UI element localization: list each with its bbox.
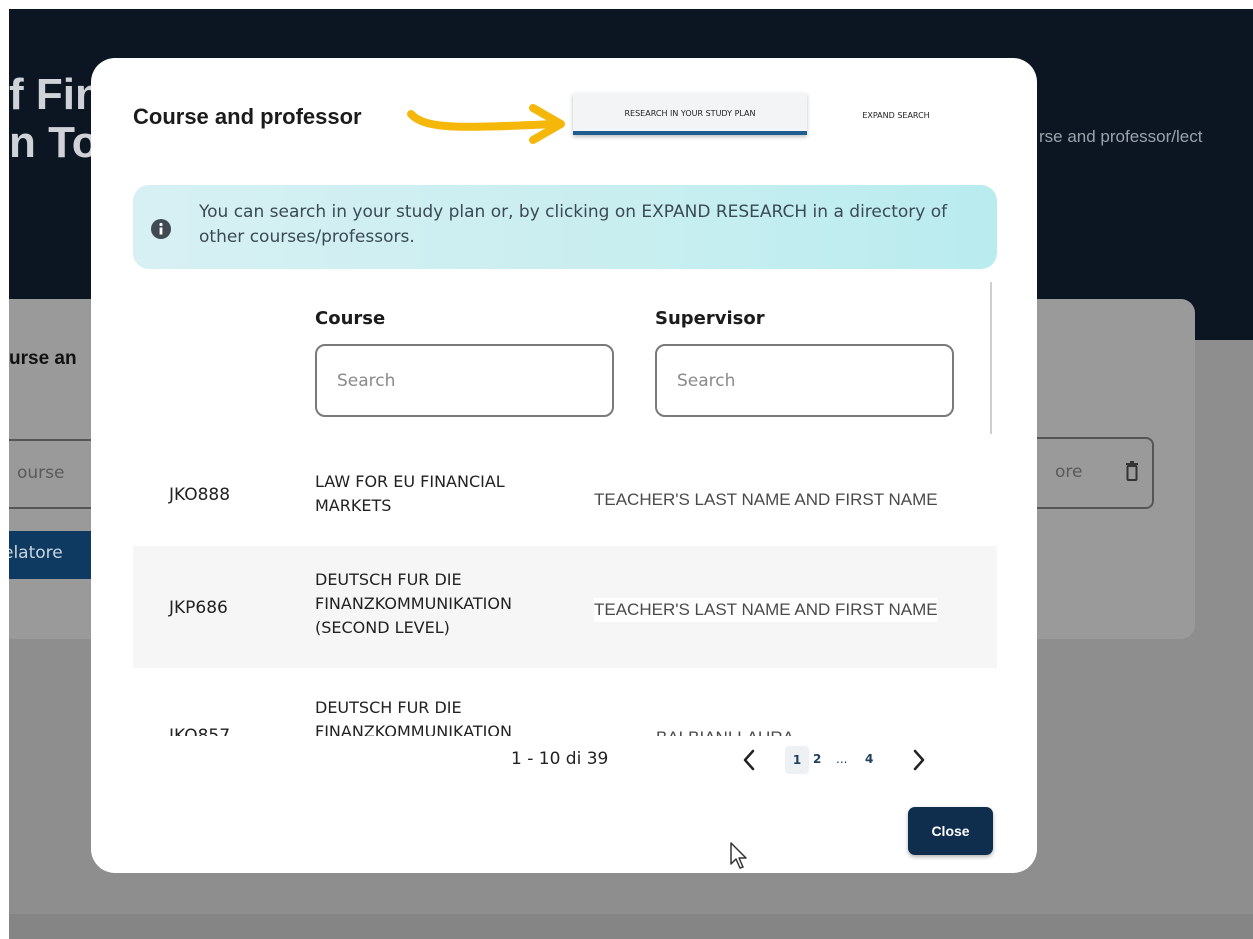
page-title-line-1: f Fin: [9, 71, 99, 119]
background-professor-input: ore: [1019, 437, 1154, 509]
table-row[interactable]: JKP686 DEUTSCH FUR DIE FINANZKOMMUNIKATI…: [133, 546, 997, 668]
tab-expand-search[interactable]: EXPAND SEARCH: [851, 95, 941, 137]
page-2-button[interactable]: 2: [813, 752, 821, 766]
tab-study-plan[interactable]: RESEARCH IN YOUR STUDY PLAN: [573, 93, 807, 135]
arrow-right-icon: [407, 104, 565, 144]
results-table: JKO888 LAW FOR EU FINANCIAL MARKETS TEAC…: [133, 436, 997, 736]
course-code: JKO857: [169, 726, 231, 736]
info-banner: You can search in your study plan or, by…: [133, 185, 997, 269]
teacher-name: TEACHER'S LAST NAME AND FIRST NAME: [594, 488, 938, 512]
background-course-placeholder: ourse: [17, 463, 65, 483]
course-name: LAW FOR EU FINANCIAL MARKETS: [315, 472, 505, 515]
background-course-input: ourse: [9, 439, 99, 509]
page-title: f Fin n To: [9, 71, 99, 167]
dialog-title: Course and professor: [133, 104, 362, 129]
course-search-input[interactable]: [315, 344, 614, 417]
teacher-name: TEACHER'S LAST NAME AND FIRST NAME: [594, 598, 938, 622]
chevron-right-icon[interactable]: [911, 748, 927, 776]
page-title-line-2: n To: [9, 118, 99, 167]
mouse-pointer-icon: [730, 842, 748, 874]
pagination-ellipsis: ...: [836, 752, 848, 766]
background-relatore-button: elatore: [9, 531, 99, 579]
course-name: DEUTSCH FUR DIE FINANZKOMMUNIKATION (SEC…: [315, 570, 512, 637]
close-button[interactable]: Close: [908, 807, 993, 855]
page-1-button[interactable]: 1: [785, 746, 809, 774]
trash-icon: [1125, 461, 1139, 485]
chevron-left-icon[interactable]: [741, 748, 757, 776]
background-card-title: urse an: [9, 348, 77, 369]
pagination-range: 1 - 10 di 39: [511, 749, 609, 769]
teacher-name: BALBIANI LAURA: [656, 726, 794, 736]
table-row[interactable]: JKO888 LAW FOR EU FINANCIAL MARKETS TEAC…: [133, 436, 997, 546]
info-icon: [151, 219, 171, 243]
course-professor-dialog: Course and professor RESEARCH IN YOUR ST…: [91, 58, 1037, 873]
course-column-header: Course: [315, 308, 386, 329]
background-relatore-label: elatore: [9, 543, 63, 563]
scrollbar[interactable]: [990, 282, 992, 434]
course-code: JKO888: [169, 485, 231, 505]
course-name: DEUTSCH FUR DIE FINANZKOMMUNIKATION: [315, 698, 512, 736]
page-subtitle: rse and professor/lect: [1039, 127, 1203, 146]
supervisor-search-input[interactable]: [655, 344, 954, 417]
table-row[interactable]: JKO857 DEUTSCH FUR DIE FINANZKOMMUNIKATI…: [133, 668, 997, 736]
supervisor-column-header: Supervisor: [655, 308, 765, 329]
page-4-button[interactable]: 4: [865, 752, 873, 766]
info-text: You can search in your study plan or, by…: [199, 202, 948, 247]
background-footer: [9, 914, 1253, 939]
course-code: JKP686: [169, 598, 228, 618]
background-professor-placeholder: ore: [1055, 462, 1083, 482]
